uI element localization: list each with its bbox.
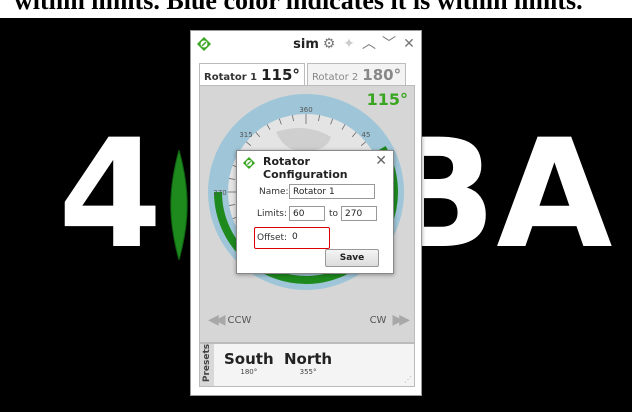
gear-icon[interactable]: ⚙: [321, 35, 337, 53]
preset-name: North: [284, 350, 333, 368]
fast-forward-icon: ▶▶: [392, 312, 409, 328]
save-button[interactable]: Save: [325, 249, 379, 267]
resize-grip[interactable]: ⋰: [404, 375, 412, 384]
background-text-left: 4: [58, 108, 163, 282]
presets-label-tab: Presets: [200, 344, 214, 386]
ccw-button[interactable]: ◀◀ CCW: [208, 312, 251, 328]
name-label: Name:: [259, 187, 289, 197]
preset-name: South: [224, 350, 274, 368]
caption-text: within limits. Blue color indicates it i…: [0, 0, 632, 18]
rotator-configuration-dialog: Rotator Configuration ✕ Name: Rotator 1 …: [236, 150, 394, 274]
tab-degrees: 180°: [362, 66, 402, 84]
green-needle-graphic: [170, 150, 188, 260]
offset-label: Offset:: [257, 233, 288, 243]
tick-label-45: 45: [362, 131, 371, 139]
offset-field[interactable]: 0: [289, 230, 325, 245]
tick-label-315: 315: [239, 131, 252, 139]
rewind-icon: ◀◀: [208, 312, 225, 328]
limits-label: Limits:: [257, 209, 288, 219]
tick-label-270: 270: [213, 189, 226, 197]
limits-to-label: to: [329, 209, 339, 219]
title-bar[interactable]: sim ⚙ ✦ ︿ ﹀ ✕: [191, 31, 421, 59]
chevron-up-icon[interactable]: ︿: [361, 35, 377, 53]
dialog-title: Rotator Configuration: [263, 155, 348, 181]
preset-south[interactable]: South 180°: [224, 350, 274, 376]
cw-label: CW: [369, 314, 387, 326]
cw-button[interactable]: CW ▶▶: [369, 312, 410, 328]
close-icon[interactable]: ✕: [401, 35, 417, 53]
close-icon[interactable]: ✕: [375, 153, 387, 169]
rotator-tabs: Rotator 1 115° Rotator 2 180°: [199, 63, 407, 87]
app-logo-icon: [243, 157, 255, 169]
presets-label: Presets: [202, 343, 213, 383]
tab-rotator-1[interactable]: Rotator 1 115°: [199, 63, 305, 87]
heading-readout: 115°: [366, 90, 408, 109]
presets-bar: Presets South 180° North 355° ⋰: [199, 343, 415, 387]
pin-icon[interactable]: ✦: [341, 35, 357, 53]
preset-degrees: 355°: [299, 368, 317, 376]
tab-degrees: 115°: [261, 66, 300, 84]
preset-north[interactable]: North 355°: [284, 350, 332, 376]
preset-degrees: 180°: [240, 368, 258, 376]
limit-high-field[interactable]: 270: [341, 206, 377, 221]
chevron-down-icon[interactable]: ﹀: [381, 35, 397, 53]
name-field[interactable]: Rotator 1: [289, 184, 375, 199]
limit-low-field[interactable]: 60: [289, 206, 325, 221]
ccw-label: CCW: [227, 314, 252, 326]
tick-label-360: 360: [299, 106, 312, 114]
tab-rotator-2[interactable]: Rotator 2 180°: [306, 63, 407, 86]
